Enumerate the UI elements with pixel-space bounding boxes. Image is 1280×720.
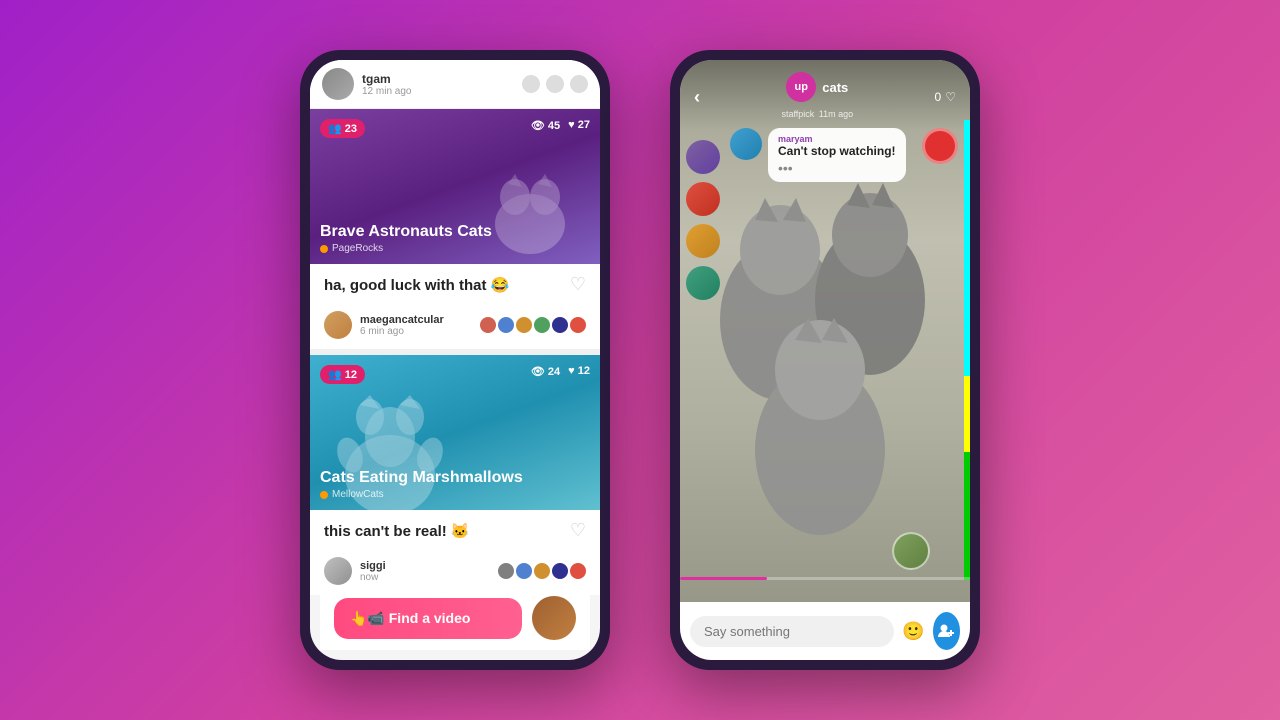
- video-title: cats: [822, 80, 848, 95]
- header-icon-3: [570, 75, 588, 93]
- card1-badge: 👥 23: [320, 119, 365, 138]
- right-phone: ‹ up cats staffpick 11m ago 0 ♡: [670, 50, 980, 670]
- video-progress-fill: [680, 577, 767, 580]
- record-button[interactable]: [922, 128, 958, 164]
- topbar-row1: ‹ up cats staffpick 11m ago 0 ♡: [694, 72, 956, 122]
- bottom-user-avatar: [892, 532, 930, 570]
- extra-avatar-1: [480, 317, 496, 333]
- chat-dots: •••: [778, 160, 896, 176]
- color-bars: [964, 120, 970, 580]
- side-avatar-1[interactable]: [686, 140, 720, 174]
- commenter1-time: 6 min ago: [360, 326, 472, 337]
- extra2-avatar-3: [534, 563, 550, 579]
- comment2-text: this can't be real! 🐱: [324, 522, 470, 540]
- comment1-heart[interactable]: ♡: [570, 274, 586, 295]
- header-avatar: [322, 68, 354, 100]
- commenter1-avatar: [324, 311, 352, 339]
- chat-bubble: maryam Can't stop watching! •••: [768, 128, 906, 182]
- card1-stats: 👁 45 ♥ 27: [531, 119, 590, 132]
- extra2-avatar-1: [498, 563, 514, 579]
- video-topbar: ‹ up cats staffpick 11m ago 0 ♡: [680, 60, 970, 130]
- cats-svg: [700, 120, 950, 550]
- card2-badge: 👥 12: [320, 365, 365, 384]
- commenter1-name: maegancatcular: [360, 314, 472, 326]
- topbar-logo-title: up cats: [786, 72, 848, 102]
- extra-avatar-5: [552, 317, 568, 333]
- chat-user-row: maryam Can't stop watching! •••: [730, 128, 906, 182]
- extra-avatar-4: [534, 317, 550, 333]
- header-icons: [522, 75, 588, 93]
- extra-avatar-3: [516, 317, 532, 333]
- topbar-center: up cats staffpick 11m ago: [781, 72, 853, 122]
- header-info: tgam 12 min ago: [362, 72, 514, 97]
- card2-stats: 👁 24 ♥ 12: [531, 365, 590, 378]
- commenter2-name: siggi: [360, 560, 490, 572]
- extra-avatar-2: [498, 317, 514, 333]
- side-avatar-3[interactable]: [686, 224, 720, 258]
- comment-row-1: ha, good luck with that 😂 ♡: [310, 264, 600, 305]
- card2-title: Cats Eating Marshmallows: [320, 469, 523, 487]
- staffpick-time: 11m ago: [819, 109, 853, 119]
- header-icon-1: [522, 75, 540, 93]
- feed-card-2[interactable]: 👥 12 👁 24 ♥ 12 Cats Eating Marshmallows …: [310, 355, 600, 510]
- chat-bubble-area: maryam Can't stop watching! •••: [730, 128, 906, 182]
- up-logo: up: [786, 72, 816, 102]
- find-video-area: 👆📹 Find a video: [320, 586, 590, 650]
- extra2-avatar-5: [570, 563, 586, 579]
- side-avatar-2[interactable]: [686, 182, 720, 216]
- comment1-text: ha, good luck with that 😂: [324, 276, 509, 294]
- header-time: 12 min ago: [362, 86, 514, 97]
- card1-channel: PageRocks: [320, 243, 492, 254]
- commenter2-extras: [498, 563, 586, 579]
- video-bottom-bar: 🙂: [680, 602, 970, 660]
- extra2-avatar-4: [552, 563, 568, 579]
- commenter1-info: maegancatcular 6 min ago: [360, 314, 472, 337]
- video-progress: [680, 577, 970, 580]
- add-people-button[interactable]: [933, 612, 960, 650]
- commenter2-avatar: [324, 557, 352, 585]
- card2-title-area: Cats Eating Marshmallows MellowCats: [320, 469, 523, 500]
- emoji-button[interactable]: 🙂: [902, 615, 925, 647]
- find-video-user-avatar: [532, 596, 576, 640]
- commenter1-extras: [480, 317, 586, 333]
- bar-green: [964, 452, 970, 580]
- feed-card-1[interactable]: 👥 23 👁 45 ♥ 27 Brave Astronauts Cats Pag…: [310, 109, 600, 264]
- chat-avatar: [730, 128, 762, 160]
- comment2-heart[interactable]: ♡: [570, 520, 586, 541]
- chat-username: maryam: [778, 134, 896, 144]
- left-phone: tgam 12 min ago 👥: [300, 50, 610, 670]
- find-video-button[interactable]: 👆📹 Find a video: [334, 598, 522, 639]
- bar-cyan: [964, 120, 970, 376]
- commenter-row-1: maegancatcular 6 min ago: [310, 305, 600, 355]
- card2-image: 👥 12 👁 24 ♥ 12 Cats Eating Marshmallows …: [310, 355, 600, 510]
- card1-title: Brave Astronauts Cats: [320, 223, 492, 241]
- card1-title-area: Brave Astronauts Cats PageRocks: [320, 223, 492, 254]
- bar-yellow: [964, 376, 970, 453]
- chat-message: Can't stop watching!: [778, 144, 896, 158]
- staffpick-label: staffpick: [781, 109, 814, 119]
- side-avatars: [686, 140, 720, 300]
- extra-avatar-6: [570, 317, 586, 333]
- back-button[interactable]: ‹: [694, 87, 700, 108]
- card1-image: 👥 23 👁 45 ♥ 27 Brave Astronauts Cats Pag…: [310, 109, 600, 264]
- heart-icon[interactable]: ♡: [945, 90, 956, 104]
- like-count: 0: [935, 90, 942, 104]
- topbar-staffpick: staffpick 11m ago: [781, 104, 853, 122]
- commenter2-time: now: [360, 572, 490, 583]
- card2-channel: MellowCats: [320, 489, 523, 500]
- comment-row-2: this can't be real! 🐱 ♡: [310, 510, 600, 551]
- header-icon-2: [546, 75, 564, 93]
- commenter2-info: siggi now: [360, 560, 490, 583]
- video-like-area[interactable]: 0 ♡: [935, 90, 956, 104]
- say-something-input[interactable]: [690, 616, 894, 647]
- feed-header: tgam 12 min ago: [310, 60, 600, 109]
- side-avatar-4[interactable]: [686, 266, 720, 300]
- header-username: tgam: [362, 72, 514, 86]
- extra2-avatar-2: [516, 563, 532, 579]
